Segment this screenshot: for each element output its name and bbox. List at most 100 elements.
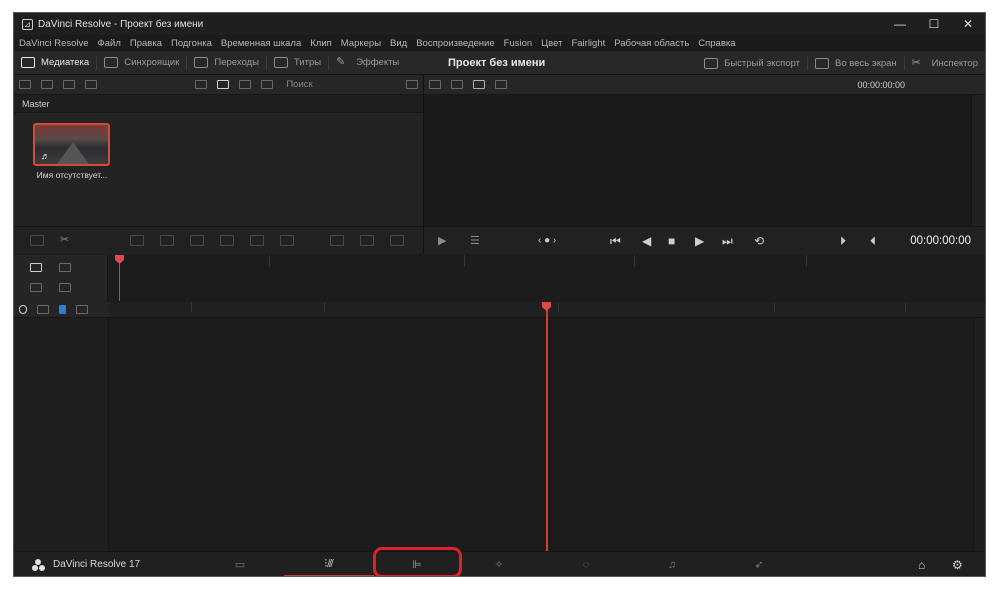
menu-clip[interactable]: Клип (310, 38, 332, 49)
timeline-options-icon[interactable] (30, 235, 44, 246)
stop-icon[interactable]: ■ (668, 227, 675, 255)
track-options-icon[interactable] (59, 263, 71, 272)
ruler-tick (905, 302, 906, 312)
fairlight-page-icon[interactable]: ♫ (627, 552, 717, 576)
edit-tools-bar: ✂ (14, 226, 423, 254)
export-icon (704, 57, 719, 69)
thumbnail-view-icon[interactable] (217, 80, 230, 89)
new-bin-icon[interactable] (41, 80, 53, 89)
menu-workspace[interactable]: Рабочая область (614, 38, 689, 49)
mark-out-icon[interactable]: ⏴ (870, 227, 876, 255)
source-tape-icon[interactable]: ▶ (438, 227, 446, 255)
audio-note-icon: ♬ (41, 151, 50, 161)
transform-icon[interactable] (330, 235, 344, 246)
lock-track-icon[interactable] (30, 263, 42, 272)
menu-mark[interactable]: Маркеры (341, 38, 381, 49)
smart-insert-icon[interactable] (130, 235, 144, 246)
deliver-page-icon[interactable]: ➶ (714, 552, 804, 576)
effects-label: Эффекты (356, 57, 400, 68)
fullscreen-button[interactable]: Во весь экран (808, 51, 904, 75)
list-view-icon[interactable] (261, 80, 274, 89)
append-icon[interactable] (160, 235, 174, 246)
media-pool-button[interactable]: Медиатека (14, 51, 96, 75)
menu-davinci-resolve[interactable]: DaVinci Resolve (19, 38, 89, 49)
transitions-button[interactable]: Переходы (187, 51, 266, 75)
loop-icon[interactable]: ⟲ (754, 227, 764, 255)
titles-button[interactable]: Титры (267, 51, 328, 75)
display-icon[interactable] (495, 80, 507, 89)
menu-file[interactable]: Файл (98, 38, 121, 49)
fullscreen-label: Во весь экран (835, 57, 897, 69)
bin-list-toggle-icon[interactable] (19, 80, 31, 89)
linked-selection-icon[interactable] (37, 305, 49, 314)
menu-view[interactable]: Вид (390, 38, 407, 49)
menu-help[interactable]: Справка (698, 38, 735, 49)
marker-icon[interactable] (76, 305, 88, 314)
titles-label: Титры (293, 57, 322, 68)
timeline-tape-icon[interactable]: ☰ (470, 227, 480, 255)
media-page-icon[interactable]: ▭ (195, 552, 285, 576)
clip-thumbnail[interactable]: ♬ (33, 123, 110, 166)
sync-icon[interactable] (85, 80, 97, 89)
settings-gear-icon[interactable]: ⚙ (952, 552, 963, 576)
effects-button[interactable]: ✎ Эффекты (329, 51, 406, 75)
viewer-mode-icon[interactable] (451, 80, 463, 89)
transitions-label: Переходы (214, 57, 259, 68)
titles-icon (273, 57, 288, 68)
source-overwrite-icon[interactable] (280, 235, 294, 246)
menu-fairlight[interactable]: Fairlight (571, 38, 605, 49)
zoom-out-icon[interactable] (30, 283, 42, 292)
close-button[interactable]: ✕ (951, 13, 985, 35)
fullscreen-icon (815, 57, 830, 69)
mute-video-icon[interactable] (360, 235, 374, 246)
inspector-icon: ✂ (911, 56, 921, 69)
menu-trim[interactable]: Подгонка (171, 38, 212, 49)
strip-view-icon[interactable] (239, 80, 252, 89)
minimize-button[interactable]: — (883, 13, 917, 35)
mark-in-icon[interactable]: ⏵ (840, 227, 846, 255)
menu-timeline[interactable]: Временная шкала (221, 38, 301, 49)
prev-clip-icon[interactable]: ‹ ● › (538, 227, 556, 255)
audio-waveform-icon[interactable] (390, 235, 404, 246)
media-pool-search[interactable]: Поиск (286, 79, 312, 90)
window-title: DaVinci Resolve - Проект без имени (38, 18, 204, 30)
ripple-overwrite-icon[interactable] (190, 235, 204, 246)
maximize-button[interactable]: ☐ (917, 13, 951, 35)
ruler-tick (774, 302, 775, 312)
zoom-in-icon[interactable] (59, 283, 71, 292)
reverse-play-icon[interactable]: ◀ (642, 227, 651, 255)
color-page-icon[interactable]: ◌ (541, 552, 631, 576)
sync-bin-icon (104, 57, 119, 68)
sort-icon[interactable] (406, 80, 419, 89)
safe-area-icon[interactable] (429, 80, 441, 89)
inspector-button[interactable]: ✂ Инспектор (905, 51, 985, 75)
fusion-page-icon[interactable]: ✧ (454, 552, 544, 576)
menu-color[interactable]: Цвет (541, 38, 562, 49)
cut-page-icon[interactable]: ⫶⫻ (284, 552, 374, 576)
lower-playhead[interactable] (542, 302, 551, 551)
transport-timecode: 00:00:00:00 (910, 235, 971, 247)
sync-bin-button[interactable]: Синхроящик (97, 51, 186, 75)
blade-scissors-icon[interactable]: ✂ (60, 235, 74, 246)
place-on-top-icon[interactable] (250, 235, 264, 246)
smart-bin-icon[interactable] (63, 80, 75, 89)
last-frame-icon[interactable]: ⏭ (722, 227, 733, 255)
home-icon[interactable]: ⌂ (918, 552, 925, 576)
upper-timeline[interactable] (109, 255, 985, 302)
metadata-view-icon[interactable] (195, 80, 208, 89)
timeline-scrollbar[interactable] (973, 318, 985, 551)
first-frame-icon[interactable]: ⏮ (610, 227, 621, 255)
ruler-tick (558, 302, 559, 312)
upper-playhead[interactable] (115, 255, 124, 301)
close-up-icon[interactable] (220, 235, 234, 246)
flag-icon[interactable] (59, 305, 66, 314)
snapping-icon[interactable] (19, 305, 27, 314)
quick-export-button[interactable]: Быстрый экспорт (697, 51, 807, 75)
menu-edit[interactable]: Правка (130, 38, 162, 49)
upper-timeline-tools (14, 255, 108, 302)
play-icon[interactable]: ▶ (695, 227, 704, 255)
menu-fusion[interactable]: Fusion (504, 38, 533, 49)
menu-playback[interactable]: Воспроизведение (416, 38, 494, 49)
viewer-timecode: 00:00:00:00 (857, 79, 905, 90)
film-icon[interactable] (473, 80, 485, 89)
